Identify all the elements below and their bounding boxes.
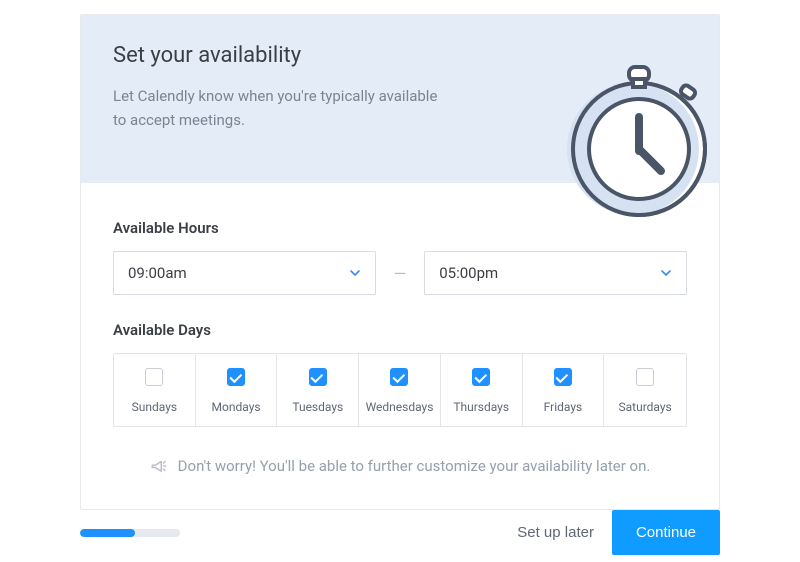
day-toggle-wednesdays[interactable]: Wednesdays bbox=[359, 354, 441, 426]
day-label: Mondays bbox=[200, 400, 273, 414]
card-body: Available Hours 09:00am — 05:00pm Availa… bbox=[81, 183, 719, 509]
day-checkbox[interactable] bbox=[636, 368, 654, 386]
available-days-grid: Sundays Mondays Tuesdays Wednesdays Thursday… bbox=[113, 353, 687, 427]
day-checkbox[interactable] bbox=[145, 368, 163, 386]
day-toggle-tuesdays[interactable]: Tuesdays bbox=[277, 354, 359, 426]
stopwatch-illustration bbox=[539, 39, 719, 219]
end-time-select[interactable]: 05:00pm bbox=[424, 251, 687, 295]
availability-note: Don't worry! You'll be able to further c… bbox=[113, 457, 687, 475]
available-hours-label: Available Hours bbox=[113, 219, 687, 237]
progress-track bbox=[80, 529, 180, 537]
day-label: Wednesdays bbox=[363, 400, 436, 414]
day-toggle-mondays[interactable]: Mondays bbox=[196, 354, 278, 426]
progress-bar bbox=[80, 529, 135, 537]
day-toggle-thursdays[interactable]: Thursdays bbox=[441, 354, 523, 426]
available-hours-row: 09:00am — 05:00pm bbox=[113, 251, 687, 295]
available-days-label: Available Days bbox=[113, 321, 687, 339]
chevron-down-icon bbox=[349, 267, 361, 279]
start-time-select[interactable]: 09:00am bbox=[113, 251, 376, 295]
megaphone-icon bbox=[150, 457, 168, 475]
end-time-value: 05:00pm bbox=[439, 264, 498, 282]
card-header: Set your availability Let Calendly know … bbox=[81, 15, 719, 183]
continue-button[interactable]: Continue bbox=[612, 510, 720, 555]
day-checkbox[interactable] bbox=[309, 368, 327, 386]
day-checkbox[interactable] bbox=[390, 368, 408, 386]
day-toggle-sundays[interactable]: Sundays bbox=[114, 354, 196, 426]
setup-later-button[interactable]: Set up later bbox=[499, 514, 612, 551]
availability-note-text: Don't worry! You'll be able to further c… bbox=[178, 457, 651, 475]
chevron-down-icon bbox=[660, 267, 672, 279]
day-checkbox[interactable] bbox=[472, 368, 490, 386]
availability-card: Set your availability Let Calendly know … bbox=[80, 14, 720, 510]
start-time-value: 09:00am bbox=[128, 264, 187, 282]
day-checkbox[interactable] bbox=[227, 368, 245, 386]
day-label: Tuesdays bbox=[281, 400, 354, 414]
day-toggle-saturdays[interactable]: Saturdays bbox=[604, 354, 686, 426]
time-range-separator: — bbox=[394, 264, 407, 283]
day-label: Sundays bbox=[118, 400, 191, 414]
day-label: Fridays bbox=[527, 400, 600, 414]
day-label: Saturdays bbox=[608, 400, 682, 414]
day-toggle-fridays[interactable]: Fridays bbox=[523, 354, 605, 426]
page-subtitle: Let Calendly know when you're typically … bbox=[113, 84, 443, 132]
footer: Set up later Continue bbox=[80, 510, 720, 555]
day-label: Thursdays bbox=[445, 400, 518, 414]
day-checkbox[interactable] bbox=[554, 368, 572, 386]
